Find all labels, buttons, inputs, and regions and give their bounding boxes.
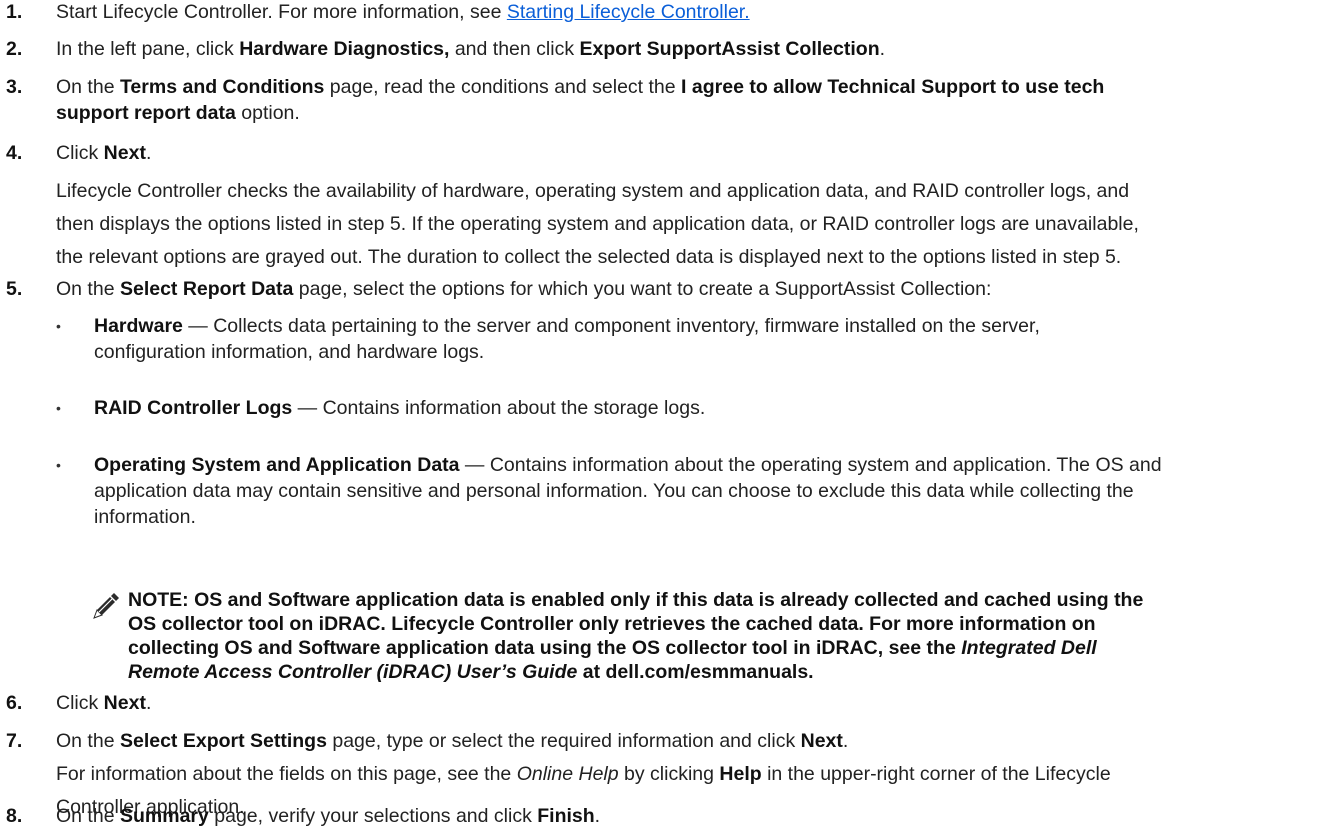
paragraph-line: then displays the options listed in step… <box>56 213 1139 235</box>
step-text-cont: support report data option. <box>56 101 300 125</box>
ui-term: Select Report Data <box>119 278 294 300</box>
ui-term: Summary <box>119 805 209 827</box>
step-7-explanation: For information about the fields on this… <box>56 762 1111 786</box>
step-number: 1. <box>6 1 23 23</box>
ui-term: Next <box>103 692 146 714</box>
step-text: On the Terms and Conditions page, read t… <box>56 75 1104 99</box>
ui-term: Finish <box>537 805 595 827</box>
ui-term: Select Export Settings <box>119 730 327 752</box>
starting-lifecycle-controller-link[interactable]: Starting Lifecycle Controller. <box>507 1 750 23</box>
step-text: On the Select Export Settings page, type… <box>56 729 848 753</box>
text: page, type or select the required inform… <box>326 730 801 752</box>
step-number: 6. <box>6 692 23 714</box>
ui-term: Terms and Conditions <box>119 76 325 98</box>
text: In the left pane, click <box>56 38 240 60</box>
text: On the <box>56 730 120 752</box>
text: . <box>145 692 152 714</box>
bullet-title: Hardware <box>94 315 183 337</box>
guide-title: Remote Access Controller (iDRAC) User’s … <box>128 661 578 683</box>
text: page, select the options for which you w… <box>293 278 992 300</box>
step-number: 7. <box>6 730 23 752</box>
note-line: collecting OS and Software application d… <box>128 636 1338 660</box>
bullet-dot: • <box>56 318 61 334</box>
ui-term: I agree to allow Technical Support to us… <box>681 76 1105 98</box>
step-text: Click Next. <box>56 141 151 165</box>
text: . <box>594 805 601 827</box>
step-4-explanation: Lifecycle Controller checks the availabi… <box>56 175 1341 274</box>
text: by clicking <box>618 763 720 785</box>
text: — Contains information about the storage… <box>292 397 706 419</box>
step-text-plain: Start Lifecycle Controller. For more inf… <box>56 1 507 23</box>
bullet-title: Operating System and Application Data <box>94 454 460 476</box>
bullet-dot: • <box>56 457 61 473</box>
bullet-title: RAID Controller Logs <box>94 397 293 419</box>
bullet-text: Operating System and Application Data — … <box>94 453 1162 477</box>
bullet-text: Hardware — Collects data pertaining to t… <box>94 314 1040 338</box>
text: — Contains information about the operati… <box>459 454 1162 476</box>
text: page, read the conditions and select the <box>324 76 682 98</box>
ui-term: support report data <box>56 102 236 124</box>
text: Click <box>56 692 104 714</box>
paragraph-line: the relevant options are grayed out. The… <box>56 246 1122 268</box>
text: at dell.com/esmmanuals. <box>577 661 814 683</box>
step-number: 5. <box>6 278 23 300</box>
step-text: In the left pane, click Hardware Diagnos… <box>56 37 885 61</box>
bullet-dot: • <box>56 400 61 416</box>
step-number: 4. <box>6 142 23 164</box>
procedure-document: 1. Start Lifecycle Controller. For more … <box>0 0 1343 832</box>
text: and then click <box>449 38 580 60</box>
ui-term: Help <box>719 763 762 785</box>
step-number: 2. <box>6 38 23 60</box>
guide-title: Integrated Dell <box>961 637 1097 659</box>
note-line: NOTE: OS and Software application data i… <box>128 589 1144 611</box>
step-text: On the Summary page, verify your selecti… <box>56 804 600 828</box>
step-text: Start Lifecycle Controller. For more inf… <box>56 0 750 24</box>
pencil-note-icon <box>93 593 119 619</box>
bullet-text-cont: application data may contain sensitive a… <box>94 480 1134 502</box>
bullet-text-cont: configuration information, and hardware … <box>94 341 485 363</box>
text: . <box>145 142 152 164</box>
text: On the <box>56 278 120 300</box>
text: page, verify your selections and click <box>208 805 538 827</box>
text: Click <box>56 142 104 164</box>
step-number: 3. <box>6 76 23 98</box>
ui-term: Next <box>800 730 843 752</box>
note-block: NOTE: OS and Software application data i… <box>128 588 1338 684</box>
ui-term: Next <box>103 142 146 164</box>
text: collecting OS and Software application d… <box>128 637 962 659</box>
text: On the <box>56 805 120 827</box>
step-text: Click Next. <box>56 691 151 715</box>
bullet-text: RAID Controller Logs — Contains informat… <box>94 396 705 420</box>
step-text: On the Select Report Data page, select t… <box>56 277 991 301</box>
step-number: 8. <box>6 805 23 827</box>
ui-term: Export SupportAssist Collection <box>579 38 880 60</box>
online-help-term: Online Help <box>516 763 619 785</box>
ui-term: Hardware Diagnostics, <box>239 38 450 60</box>
bullet-text-cont: information. <box>94 506 196 528</box>
paragraph-line: Lifecycle Controller checks the availabi… <box>56 180 1130 202</box>
text: in the upper-right corner of the Lifecyc… <box>761 763 1111 785</box>
text: On the <box>56 76 120 98</box>
text: — Collects data pertaining to the server… <box>182 315 1040 337</box>
text: option. <box>235 102 300 124</box>
note-line: OS collector tool on iDRAC. Lifecycle Co… <box>128 613 1096 635</box>
text: . <box>879 38 886 60</box>
text: . <box>842 730 849 752</box>
text: For information about the fields on this… <box>56 763 517 785</box>
note-line: Remote Access Controller (iDRAC) User’s … <box>128 660 1338 684</box>
